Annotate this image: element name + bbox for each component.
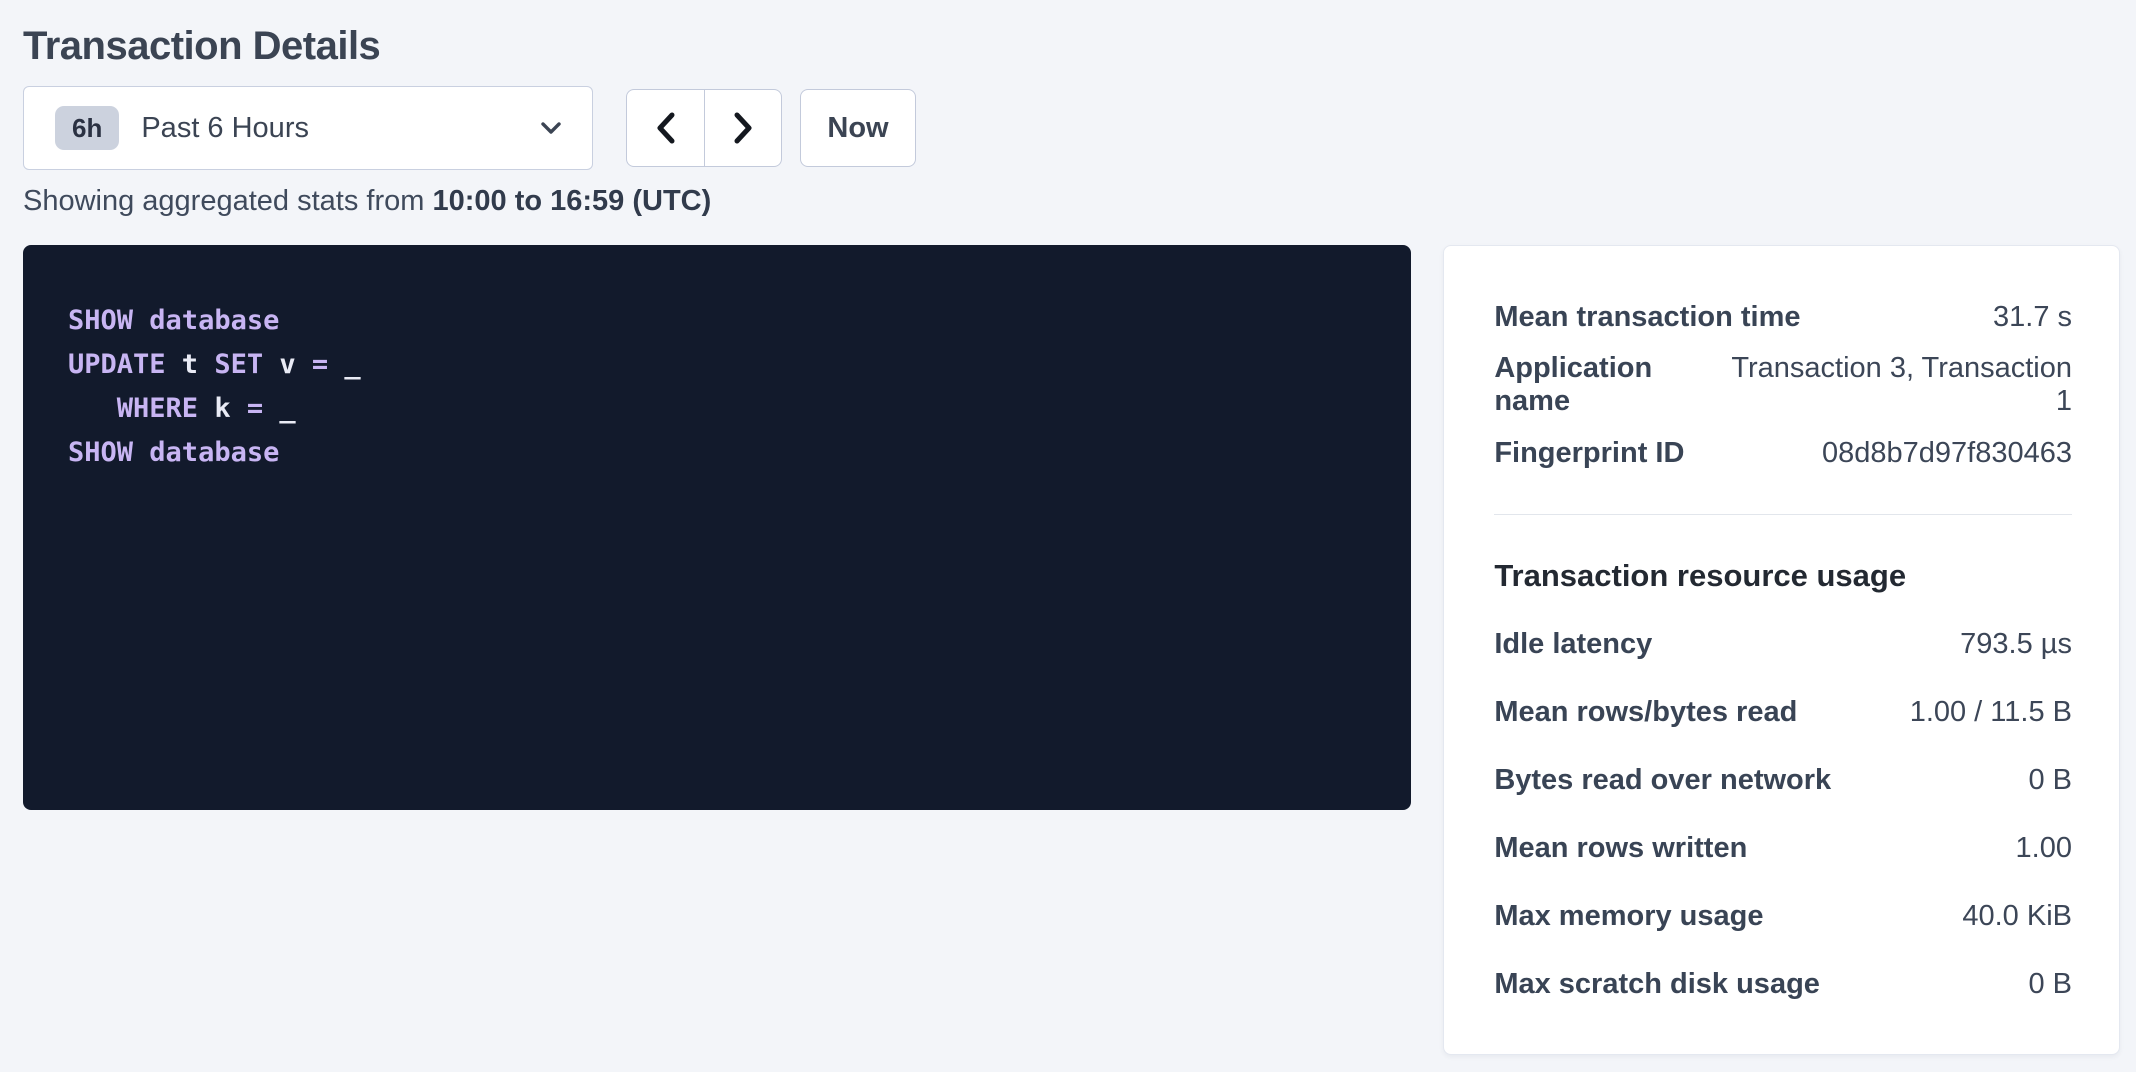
page-title: Transaction Details <box>23 22 2120 70</box>
next-time-button[interactable] <box>704 90 781 166</box>
chevron-right-icon <box>730 110 756 146</box>
stat-row: Application nameTransaction 3, Transacti… <box>1494 351 2072 419</box>
caption-prefix: Showing aggregated stats from <box>23 185 432 217</box>
sql-text <box>133 305 149 336</box>
time-pager <box>626 89 782 167</box>
sql-keyword: database <box>149 305 279 336</box>
sql-keyword: = <box>312 349 328 380</box>
sql-text <box>68 393 117 424</box>
prev-time-button[interactable] <box>627 90 704 166</box>
stat-row: Max memory usage 40.0 KiB <box>1494 882 2072 950</box>
stat-row: Max scratch disk usage 0 B <box>1494 950 2072 1018</box>
sql-text <box>133 437 149 468</box>
stat-label: Application name <box>1494 352 1724 418</box>
caption-range: 10:00 to 16:59 (UTC) <box>432 185 711 217</box>
stat-label: Mean rows written <box>1494 832 1747 865</box>
stat-label: Max scratch disk usage <box>1494 968 1820 1001</box>
stat-value: 31.7 s <box>1993 301 2072 334</box>
time-range-badge: 6h <box>55 106 119 150</box>
sql-keyword: SET <box>214 349 263 380</box>
stat-label: Fingerprint ID <box>1494 437 1684 470</box>
sql-text: _ <box>328 349 361 380</box>
stat-value: Transaction 3, Transaction 1 <box>1725 352 2072 418</box>
section-heading: Transaction resource usage <box>1494 515 2072 597</box>
time-range-label: Past 6 Hours <box>141 112 309 145</box>
now-button[interactable]: Now <box>800 89 916 167</box>
stat-row: Mean transaction time 31.7 s <box>1494 283 2072 351</box>
stat-row: Fingerprint ID 08d8b7d97f830463 <box>1494 419 2072 487</box>
aggregation-caption: Showing aggregated stats from 10:00 to 1… <box>23 185 2120 218</box>
chevron-down-icon <box>540 121 562 135</box>
main-content: SHOW databaseUPDATE t SET v = _ WHERE k … <box>23 245 2120 1055</box>
sql-text: _ <box>263 393 296 424</box>
stat-value: 793.5 µs <box>1960 628 2072 661</box>
transaction-stats-panel: Mean transaction time 31.7 s Application n… <box>1443 245 2120 1055</box>
sql-line: SHOW database <box>68 299 1371 343</box>
stat-label: Mean transaction time <box>1494 301 1800 334</box>
sql-line: UPDATE t SET v = _ <box>68 343 1371 387</box>
sql-text: v <box>263 349 312 380</box>
chevron-left-icon <box>653 110 679 146</box>
stat-label: Mean rows/bytes read <box>1494 696 1797 729</box>
stat-value: 40.0 KiB <box>1962 900 2072 933</box>
stat-value: 1.00 / 11.5 B <box>1910 696 2072 729</box>
stat-value: 08d8b7d97f830463 <box>1822 437 2072 470</box>
stat-label: Idle latency <box>1494 628 1652 661</box>
stat-row: Mean rows/bytes read 1.00 / 11.5 B <box>1494 678 2072 746</box>
sql-text: t <box>166 349 215 380</box>
sql-text: k <box>198 393 247 424</box>
stat-value: 0 B <box>2028 764 2072 797</box>
sql-keyword: UPDATE <box>68 349 166 380</box>
sql-statement-box: SHOW databaseUPDATE t SET v = _ WHERE k … <box>23 245 1411 810</box>
sql-keyword: SHOW <box>68 437 133 468</box>
stat-value: 0 B <box>2028 968 2072 1001</box>
stat-row: Idle latency 793.5 µs <box>1494 610 2072 678</box>
sql-keyword: database <box>149 437 279 468</box>
stat-label: Max memory usage <box>1494 900 1763 933</box>
stat-row: Mean rows written 1.00 <box>1494 814 2072 882</box>
sql-line: WHERE k = _ <box>68 387 1371 431</box>
sql-line: SHOW database <box>68 431 1371 475</box>
stat-label: Bytes read over network <box>1494 764 1831 797</box>
stat-value: 1.00 <box>2016 832 2072 865</box>
time-toolbar: 6h Past 6 Hours Now <box>23 86 2120 170</box>
transaction-details-page: Transaction Details 6h Past 6 Hours Now … <box>0 0 2136 1055</box>
time-range-select[interactable]: 6h Past 6 Hours <box>23 86 593 170</box>
sql-keyword: SHOW <box>68 305 133 336</box>
sql-keyword: WHERE <box>117 393 198 424</box>
stat-row: Bytes read over network 0 B <box>1494 746 2072 814</box>
sql-keyword: = <box>247 393 263 424</box>
